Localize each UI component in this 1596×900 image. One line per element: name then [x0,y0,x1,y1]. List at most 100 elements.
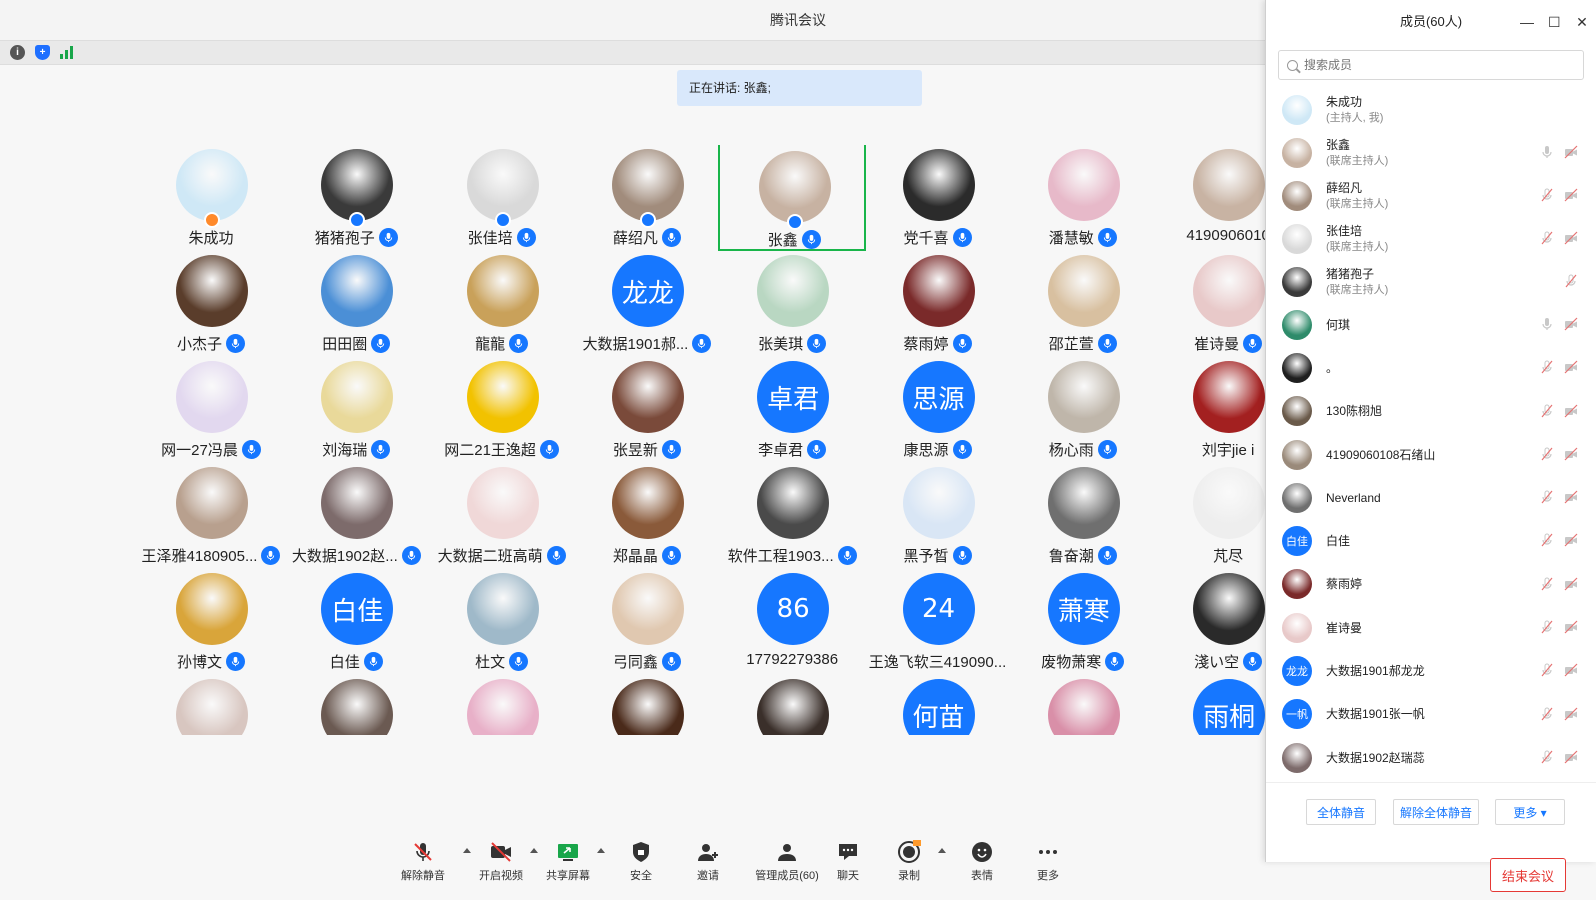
shield-icon[interactable]: + [35,45,50,60]
camera-off-icon[interactable] [1564,533,1578,552]
mic-icon[interactable] [1540,317,1554,336]
mic-muted-icon[interactable] [1540,490,1554,509]
mic-muted-icon[interactable] [1540,577,1554,596]
participant-tile[interactable]: 24 王逸飞软三419090... [864,567,1012,675]
camera-off-icon[interactable] [1564,490,1578,509]
member-row[interactable]: 猪猪孢子 (联席主持人) [1266,260,1596,303]
camera-off-icon[interactable] [1564,750,1578,769]
participant-tile[interactable] [1009,673,1157,735]
participant-tile[interactable]: 思源 康思源 [864,355,1012,463]
participant-tile[interactable]: 刘宇jie i [1154,355,1265,463]
participant-tile[interactable]: 潘慧敏 [1009,145,1157,251]
participant-tile[interactable]: 小杰子 [137,249,285,357]
participant-tile[interactable]: 龍龍 [428,249,576,357]
share-options-caret[interactable] [597,848,605,853]
mic-muted-icon[interactable] [1540,750,1554,769]
mic-muted-icon[interactable] [1540,663,1554,682]
participant-tile[interactable]: 鲁奋潮 [1009,461,1157,569]
participant-tile[interactable]: 弓同鑫 [573,567,721,675]
member-row[interactable]: 蔡雨婷 [1266,563,1596,606]
signal-icon[interactable] [60,46,73,59]
minimize-icon[interactable]: — [1520,0,1534,44]
member-row[interactable]: 130陈栩旭 [1266,390,1596,433]
camera-off-icon[interactable] [1564,145,1578,164]
member-row[interactable]: 。 [1266,346,1596,389]
member-row[interactable]: 张鑫 (联席主持人) [1266,131,1596,174]
start-video-button[interactable]: 开启视频 [466,840,536,883]
participant-tile[interactable]: 4190906010 [1154,145,1265,251]
record-button[interactable]: 录制 [874,840,944,883]
participant-tile[interactable]: 孙博文 [137,567,285,675]
participant-tile[interactable]: 淺い空 [1154,567,1265,675]
member-row[interactable]: 何琪 [1266,303,1596,346]
participant-tile[interactable]: 王泽雅4180905... [137,461,285,569]
reaction-button[interactable]: 表情 [947,840,1017,883]
unmute-all-button[interactable]: 解除全体静音 [1393,799,1479,825]
mic-muted-icon[interactable] [1540,188,1554,207]
participant-tile[interactable]: 雨桐 [1154,673,1265,735]
share-screen-button[interactable]: 共享屏幕 [533,840,603,883]
participant-tile[interactable]: 网一27冯晨 [137,355,285,463]
member-row[interactable]: 龙龙 大数据1901郝龙龙 [1266,649,1596,692]
camera-off-icon[interactable] [1564,404,1578,423]
security-button[interactable]: 安全 [606,840,676,883]
mic-muted-icon[interactable] [1564,274,1578,293]
participant-tile[interactable]: 软件工程1903... [718,461,866,569]
participant-tile[interactable]: 党千喜 [864,145,1012,251]
camera-off-icon[interactable] [1564,620,1578,639]
info-icon[interactable]: i [10,45,25,60]
camera-off-icon[interactable] [1564,663,1578,682]
mic-muted-icon[interactable] [1540,231,1554,250]
camera-off-icon[interactable] [1564,577,1578,596]
participant-tile[interactable]: 蔡雨婷 [864,249,1012,357]
member-row[interactable]: 朱成功 (主持人, 我) [1266,88,1596,131]
member-row[interactable]: 白佳 白佳 [1266,519,1596,562]
unmute-button[interactable]: 解除静音 [388,840,458,883]
record-options-caret[interactable] [938,848,946,853]
participant-tile[interactable]: 薛绍凡 [573,145,721,251]
participant-tile[interactable]: 杨心雨 [1009,355,1157,463]
participant-tile[interactable]: 张昱新 [573,355,721,463]
participant-tile[interactable]: 86 17792279386 [718,567,866,675]
mic-muted-icon[interactable] [1540,620,1554,639]
participant-tile[interactable]: 卓君 李卓君 [718,355,866,463]
member-row[interactable]: 崔诗曼 [1266,606,1596,649]
participant-tile[interactable]: 大数据1902赵... [282,461,430,569]
participant-tile[interactable] [573,673,721,735]
mic-muted-icon[interactable] [1540,447,1554,466]
member-row[interactable]: 一帆 大数据1901张一帆 [1266,693,1596,736]
camera-off-icon[interactable] [1564,188,1578,207]
member-row[interactable]: 大数据1902赵瑞蕊 [1266,736,1596,779]
end-meeting-button[interactable]: 结束会议 [1490,858,1566,892]
member-row[interactable]: 薛绍凡 (联席主持人) [1266,174,1596,217]
member-row[interactable]: 张佳培 (联席主持人) [1266,217,1596,260]
participant-tile[interactable]: 龙龙 大数据1901郝... [573,249,721,357]
participant-tile[interactable]: 张鑫 [718,145,867,251]
participant-tile[interactable] [718,673,866,735]
participant-tile[interactable]: 杜文 [428,567,576,675]
participant-tile[interactable]: 猪猪孢子 [282,145,430,251]
member-search-input[interactable] [1304,58,1564,72]
participant-tile[interactable]: 郑晶晶 [573,461,721,569]
camera-off-icon[interactable] [1564,360,1578,379]
maximize-icon[interactable]: ☐ [1548,0,1561,44]
camera-off-icon[interactable] [1564,317,1578,336]
mic-muted-icon[interactable] [1540,360,1554,379]
participant-tile[interactable]: 邵芷萱 [1009,249,1157,357]
participant-tile[interactable]: 刘海瑞 [282,355,430,463]
mic-muted-icon[interactable] [1540,404,1554,423]
participant-tile[interactable]: 崔诗曼 [1154,249,1265,357]
close-icon[interactable]: ✕ [1576,0,1588,44]
member-search-box[interactable] [1278,50,1584,80]
more-button[interactable]: 更多 [1013,840,1083,883]
participant-tile[interactable]: 网二21王逸超 [428,355,576,463]
participant-tile[interactable]: 张佳培 [428,145,576,251]
participant-tile[interactable]: 大数据二班高萌 [428,461,576,569]
mute-all-button[interactable]: 全体静音 [1306,799,1376,825]
camera-off-icon[interactable] [1564,447,1578,466]
mic-muted-icon[interactable] [1540,533,1554,552]
participant-tile[interactable]: 田田圈 [282,249,430,357]
member-row[interactable]: 41909060108石绪山 [1266,433,1596,476]
invite-button[interactable]: 邀请 [673,840,743,883]
camera-off-icon[interactable] [1564,707,1578,726]
